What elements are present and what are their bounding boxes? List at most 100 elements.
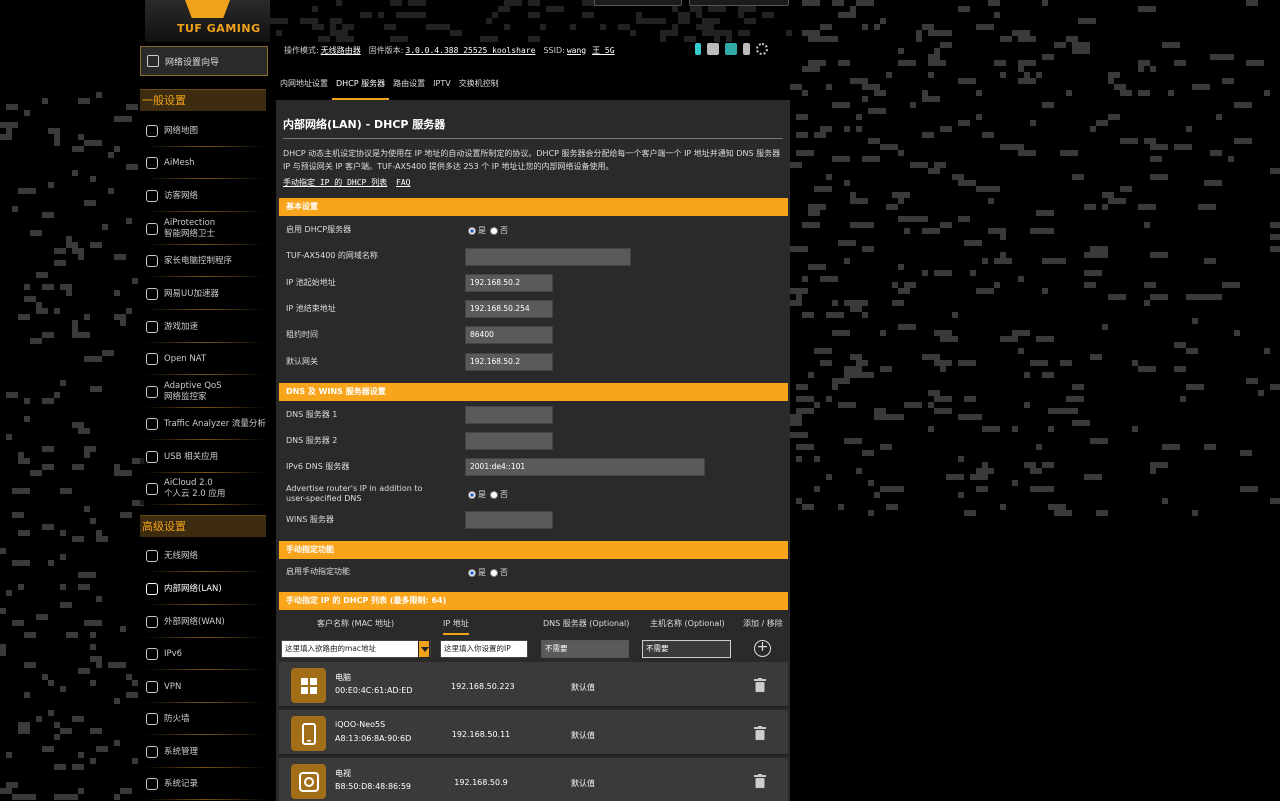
client-avatar[interactable] [291, 716, 326, 751]
sidebar-item-label: IPv6 [164, 648, 183, 659]
mode-value[interactable]: 无线路由器 [321, 45, 361, 56]
wins-input[interactable] [465, 511, 553, 529]
client-avatar[interactable] [291, 668, 326, 703]
lan-icon [146, 583, 158, 595]
domain-input[interactable] [465, 248, 631, 266]
ip-input[interactable]: 这里填入你设置的IP [440, 640, 528, 658]
sidebar-item-label: VPN [164, 681, 182, 692]
sidebar-item-game-boost[interactable]: 游戏加速 [140, 311, 266, 343]
dns1-input[interactable] [465, 406, 553, 424]
trash-icon[interactable] [754, 726, 766, 740]
sidebar-item-label-line1: AiProtection [164, 218, 216, 228]
firmware-value[interactable]: 3.0.0.4.388_25525_koolshare [405, 46, 535, 55]
manual-enable-yes[interactable] [468, 568, 476, 577]
sidebar-item-label-line1: AiCloud 2.0 [164, 478, 213, 488]
cloud-icon [146, 483, 158, 495]
network-setup-wizard-button[interactable]: 网络设置向导 [140, 46, 268, 76]
client-name: iQOO-Neo5S [335, 720, 386, 729]
ssid-value-2[interactable]: 王_5G [592, 45, 614, 56]
client-ip: 192.168.50.11 [451, 730, 511, 739]
advertise-yes[interactable] [468, 490, 476, 499]
lease-input[interactable]: 86400 [465, 326, 553, 344]
sub-tabs: 内网地址设置 DHCP 服务器 路由设置 IPTV 交换机控制 [276, 68, 790, 100]
col-dns: DNS 服务器 (Optional) [543, 619, 630, 628]
enable-dhcp-no[interactable] [490, 226, 498, 235]
sidebar-item-vpn[interactable]: VPN [140, 671, 266, 703]
traffic-analyzer-icon [146, 418, 158, 430]
client-avatar[interactable] [291, 764, 326, 799]
sidebar-item-network-map[interactable]: 网络地图 [140, 115, 266, 147]
ip-start-input[interactable]: 192.168.50.2 [465, 274, 553, 292]
dns-input[interactable]: 不需要 [541, 640, 629, 658]
sidebar-item-ipv6[interactable]: IPv6 [140, 638, 266, 670]
sidebar-item-label: Adaptive QoS 网络监控家 [164, 381, 222, 403]
sidebar-item-guest-network[interactable]: 访客网络 [140, 180, 266, 212]
ipv6-dns-row: IPv6 DNS 服务器 2001:de4::101 [279, 454, 788, 480]
hostname-input[interactable]: 不需要 [642, 640, 731, 658]
sidebar-item-shield[interactable]: AiProtection 智能网络卫士 [140, 213, 266, 245]
sidebar-item-wireless[interactable]: 无线网络 [140, 540, 266, 572]
yes-label: 是 [478, 226, 486, 235]
sidebar-item-aimesh[interactable]: AiMesh [140, 147, 266, 179]
sidebar-item-log[interactable]: 系统记录 [140, 768, 266, 800]
internet-status-icon[interactable] [695, 43, 701, 55]
mac-dropdown-button[interactable] [418, 640, 430, 658]
sidebar-item-parental-control[interactable]: 家长电脑控制程序 [140, 245, 266, 277]
sidebar-item-firewall[interactable]: 防火墙 [140, 703, 266, 735]
client-ip: 192.168.50.9 [454, 778, 508, 787]
ssid-value-1[interactable]: wang [567, 46, 586, 55]
tab-dhcp-server[interactable]: DHCP 服务器 [332, 68, 390, 100]
faq-link[interactable]: FAQ [396, 178, 410, 187]
sidebar-item-label: 系统管理 [164, 746, 199, 757]
enable-dhcp-yes[interactable] [468, 226, 476, 235]
sidebar-item-cloud[interactable]: AiCloud 2.0 个人云 2.0 应用 [140, 473, 266, 505]
client-name: 电视 [335, 769, 351, 778]
sidebar-item-qos[interactable]: Adaptive QoS 网络监控家 [140, 376, 266, 408]
dns2-label: DNS 服务器 2 [286, 436, 338, 445]
client-mac: B8:50:D8:48:86:59 [335, 782, 412, 791]
trash-icon[interactable] [754, 774, 766, 788]
tab-route[interactable]: 路由设置 [389, 68, 429, 100]
manual-dhcp-list-link[interactable]: 手动指定 IP 的 DHCP 列表 [283, 178, 387, 187]
enable-dhcp-radio: 是 否 [468, 225, 508, 236]
tuf-logo: TUF GAMING [145, 0, 270, 42]
sidebar-item-usb[interactable]: USB 相关应用 [140, 441, 266, 473]
tab-lan-ip[interactable]: 内网地址设置 [276, 68, 332, 100]
tab-switch-control[interactable]: 交换机控制 [455, 68, 503, 100]
advertise-no[interactable] [490, 490, 498, 499]
sidebar-item-uu-booster[interactable]: 网易UU加速器 [140, 278, 266, 310]
add-icon[interactable]: + [754, 640, 771, 657]
ip-end-input[interactable]: 192.168.50.254 [465, 300, 553, 318]
page-description: DHCP 动态主机设定协议是为使用在 IP 地址的自动设置所制定的协议。DHCP… [283, 149, 781, 171]
usb-status-icon[interactable] [743, 43, 750, 55]
top-button-right[interactable] [689, 0, 789, 6]
security-icon[interactable] [725, 43, 737, 55]
ip-start-row: IP 池起始地址 192.168.50.2 [279, 270, 788, 296]
gateway-input[interactable]: 192.168.50.2 [465, 353, 553, 371]
clients-icon[interactable] [707, 43, 719, 55]
enable-dhcp-label: 启用 DHCP服务器 [286, 225, 352, 234]
col-client-name: 客户名称 (MAC 地址) [317, 619, 395, 628]
wan-icon [146, 616, 158, 628]
enable-dhcp-row: 启用 DHCP服务器 是 否 [279, 217, 788, 243]
mac-input[interactable]: 这里填入欲路由的mac地址 [281, 640, 431, 658]
yes-label: 是 [478, 568, 486, 577]
tab-iptv[interactable]: IPTV [429, 68, 455, 100]
windows-icon [300, 677, 318, 695]
title-divider [283, 138, 783, 139]
gear-icon[interactable] [756, 43, 768, 55]
sidebar-item-label: AiCloud 2.0 个人云 2.0 应用 [164, 478, 225, 500]
phone-icon [301, 722, 316, 745]
sidebar-item-open-nat[interactable]: Open NAT [140, 343, 266, 375]
dns2-input[interactable] [465, 432, 553, 450]
ipv6-dns-input[interactable]: 2001:de4::101 [465, 458, 705, 476]
manual-enable-no[interactable] [490, 568, 498, 577]
top-button-left[interactable] [594, 0, 682, 6]
sidebar-item-traffic-analyzer[interactable]: Traffic Analyzer 流量分析 [140, 408, 266, 440]
shield-icon [146, 223, 158, 235]
sidebar-item-wan[interactable]: 外部网络(WAN) [140, 606, 266, 638]
ip-end-label: IP 池结束地址 [286, 304, 336, 313]
sidebar-item-lan[interactable]: 内部网络(LAN) [140, 573, 266, 605]
trash-icon[interactable] [754, 678, 766, 692]
sidebar-item-admin[interactable]: 系统管理 [140, 736, 266, 768]
